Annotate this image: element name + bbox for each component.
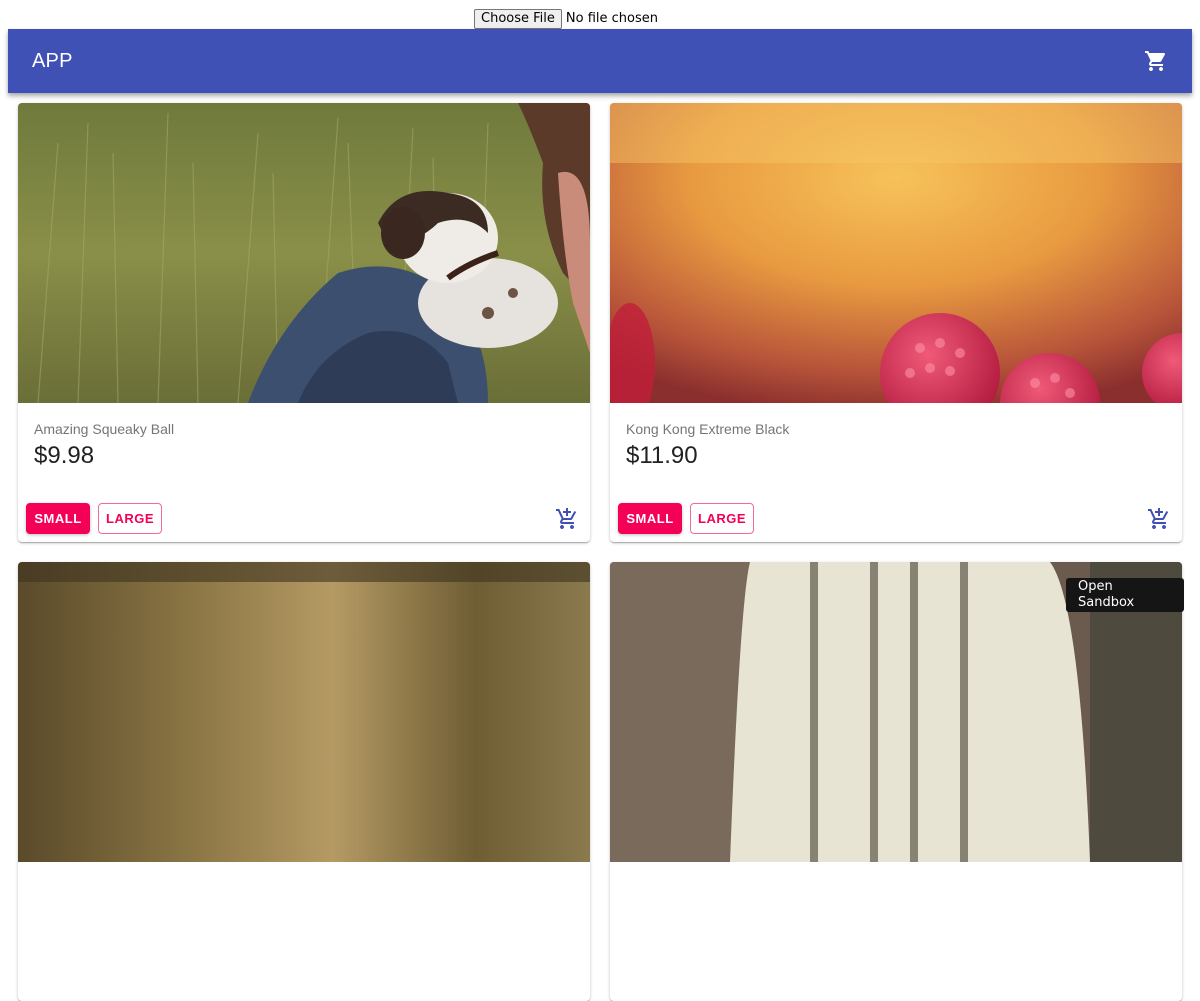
product-name: Amazing Squeaky Ball — [34, 421, 175, 437]
file-status-text: No file chosen — [565, 11, 658, 26]
dog-in-grass-photo — [18, 103, 590, 403]
add-to-cart-button[interactable] — [1146, 506, 1172, 532]
add-to-cart-button[interactable] — [554, 506, 580, 532]
add-shopping-cart-icon — [1148, 508, 1169, 529]
open-sandbox-button[interactable]: Open Sandbox — [1066, 578, 1184, 612]
choose-file-button[interactable]: Choose File — [474, 8, 562, 29]
size-large-button[interactable]: LARGE — [690, 503, 754, 534]
outdoor-blurred-photo — [18, 562, 590, 862]
app-title: APP — [32, 49, 73, 72]
size-small-button[interactable]: SMALL — [618, 503, 682, 534]
product-price: $11.90 — [626, 442, 698, 469]
product-price: $9.98 — [34, 442, 95, 469]
shopping-cart-icon — [1145, 51, 1166, 71]
product-card — [18, 562, 590, 1001]
file-input[interactable]: Choose File No file chosen — [474, 8, 658, 29]
product-card: Amazing Squeaky Ball $9.98 SMALL LARGE — [18, 103, 590, 542]
size-large-button[interactable]: LARGE — [98, 503, 162, 534]
product-card — [610, 562, 1182, 1001]
raspberries-photo — [610, 103, 1182, 403]
cart-button[interactable] — [1132, 37, 1180, 85]
app-bar: APP — [8, 29, 1192, 93]
size-small-button[interactable]: SMALL — [26, 503, 90, 534]
product-card: Kong Kong Extreme Black $11.90 SMALL LAR… — [610, 103, 1182, 542]
add-shopping-cart-icon — [556, 508, 577, 529]
product-name: Kong Kong Extreme Black — [626, 421, 790, 437]
